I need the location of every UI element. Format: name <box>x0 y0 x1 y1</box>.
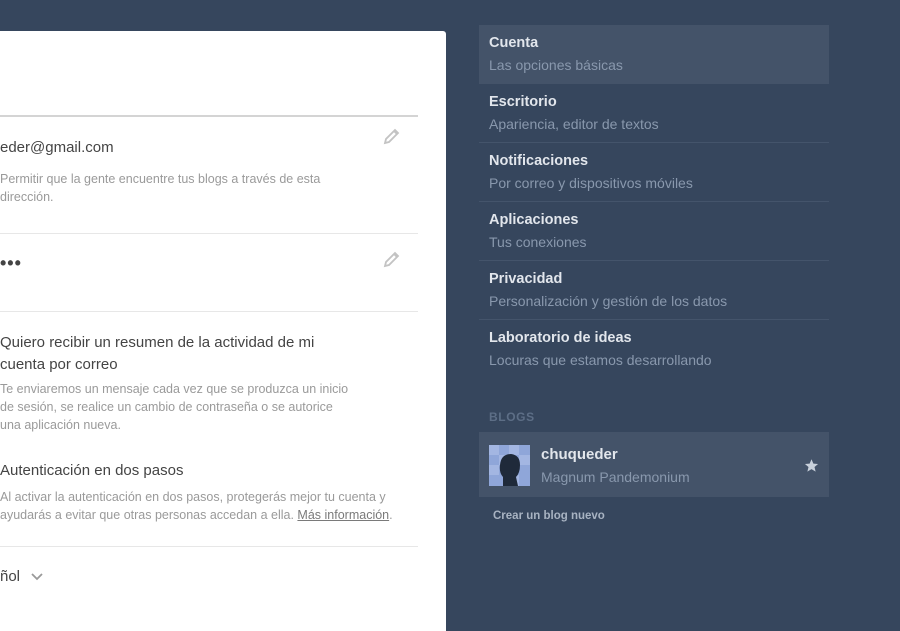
blogs-section-label: BLOGS <box>489 410 535 424</box>
sidebar-item-cuenta[interactable]: Cuenta Las opciones básicas <box>479 25 829 84</box>
sidebar-item-subtitle: Personalización y gestión de los datos <box>489 293 728 309</box>
sidebar-item-subtitle: Tus conexiones <box>489 234 587 250</box>
sidebar-item-subtitle: Las opciones básicas <box>489 57 623 73</box>
blog-card[interactable]: chuqueder Magnum Pandemonium <box>479 432 829 497</box>
account-settings-panel: eder@gmail.com Permitir que la gente enc… <box>0 31 446 631</box>
chevron-down-icon <box>31 572 43 580</box>
section-divider <box>0 115 418 117</box>
section-divider <box>0 546 418 547</box>
sidebar-item-title: Laboratorio de ideas <box>489 330 632 346</box>
sidebar-item-escritorio[interactable]: Escritorio Apariencia, editor de textos <box>479 84 829 143</box>
email-value: eder@gmail.com <box>0 139 114 156</box>
sidebar-item-aplicaciones[interactable]: Aplicaciones Tus conexiones <box>479 202 829 261</box>
activity-digest-description: Te enviaremos un mensaje cada vez que se… <box>0 382 349 432</box>
edit-email-pencil-icon[interactable] <box>382 126 402 146</box>
blog-subtitle: Magnum Pandemonium <box>541 469 690 485</box>
email-description: Permitir que la gente encuentre tus blog… <box>0 172 321 204</box>
language-value: ñol <box>0 568 21 585</box>
sidebar-item-subtitle: Por correo y dispositivos móviles <box>489 175 693 191</box>
password-mask: ••• <box>0 253 22 273</box>
sidebar-item-title: Cuenta <box>489 35 539 51</box>
section-divider <box>0 311 418 312</box>
section-divider <box>0 233 418 234</box>
create-blog-link[interactable]: Crear un blog nuevo <box>493 510 605 522</box>
sidebar-item-title: Aplicaciones <box>489 212 579 228</box>
sidebar-item-notificaciones[interactable]: Notificaciones Por correo y dispositivos… <box>479 143 829 202</box>
sidebar-item-laboratorio[interactable]: Laboratorio de ideas Locuras que estamos… <box>479 320 829 379</box>
blog-avatar <box>489 445 530 486</box>
sidebar-item-title: Notificaciones <box>489 153 589 169</box>
sidebar-item-privacidad[interactable]: Privacidad Personalización y gestión de … <box>479 261 829 320</box>
sidebar-item-title: Privacidad <box>489 271 563 287</box>
two-factor-description: Al activar la autenticación en dos pasos… <box>0 490 393 522</box>
language-select[interactable]: ñol <box>0 568 44 585</box>
sidebar-item-subtitle: Apariencia, editor de textos <box>489 116 659 132</box>
edit-password-pencil-icon[interactable] <box>382 249 402 269</box>
activity-digest-option[interactable]: Quiero recibir un resumen de la activida… <box>0 332 330 376</box>
blog-name: chuqueder <box>541 446 618 463</box>
settings-sidebar: Cuenta Las opciones básicas Escritorio A… <box>479 25 829 379</box>
sidebar-item-subtitle: Locuras que estamos desarrollando <box>489 352 712 368</box>
two-factor-option[interactable]: Autenticación en dos pasos <box>0 460 183 482</box>
star-icon[interactable] <box>804 458 819 473</box>
more-info-link[interactable]: Más información <box>297 508 389 522</box>
sidebar-item-title: Escritorio <box>489 94 557 110</box>
